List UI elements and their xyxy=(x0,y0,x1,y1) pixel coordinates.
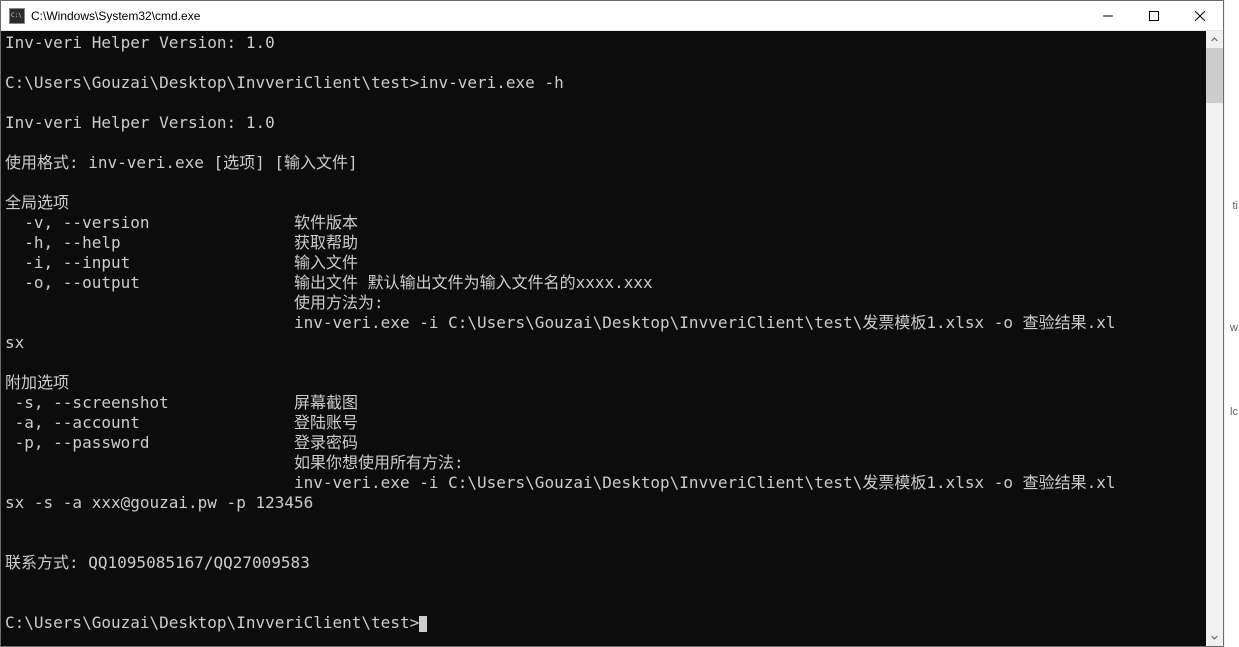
close-icon xyxy=(1195,11,1205,21)
right-background-edge: ti w lc xyxy=(1225,0,1239,647)
terminal-cursor xyxy=(419,616,427,632)
minimize-icon xyxy=(1103,11,1113,21)
vertical-scrollbar[interactable] xyxy=(1206,31,1223,646)
terminal-prompt: C:\Users\Gouzai\Desktop\InvveriClient\te… xyxy=(5,613,419,632)
edge-hint-1: ti xyxy=(1233,200,1239,212)
minimize-button[interactable] xyxy=(1085,1,1131,30)
titlebar[interactable]: C:\Windows\System32\cmd.exe xyxy=(1,1,1223,31)
cmd-window: C:\Windows\System32\cmd.exe Inv-veri Hel… xyxy=(0,0,1224,647)
edge-hint-2: w xyxy=(1230,322,1238,334)
close-button[interactable] xyxy=(1177,1,1223,30)
edge-hint-3: lc xyxy=(1230,406,1238,418)
scroll-up-button[interactable] xyxy=(1206,31,1223,48)
terminal-area[interactable]: Inv-veri Helper Version: 1.0 C:\Users\Go… xyxy=(1,31,1223,646)
maximize-icon xyxy=(1149,11,1159,21)
scrollbar-track[interactable] xyxy=(1206,48,1223,629)
terminal-output: Inv-veri Helper Version: 1.0 C:\Users\Go… xyxy=(1,31,1206,635)
scrollbar-thumb[interactable] xyxy=(1206,48,1223,103)
maximize-button[interactable] xyxy=(1131,1,1177,30)
window-title: C:\Windows\System32\cmd.exe xyxy=(31,9,1085,23)
scroll-down-button[interactable] xyxy=(1206,629,1223,646)
chevron-up-icon xyxy=(1211,36,1218,43)
window-controls xyxy=(1085,1,1223,30)
cmd-icon xyxy=(9,8,25,24)
chevron-down-icon xyxy=(1211,634,1218,641)
